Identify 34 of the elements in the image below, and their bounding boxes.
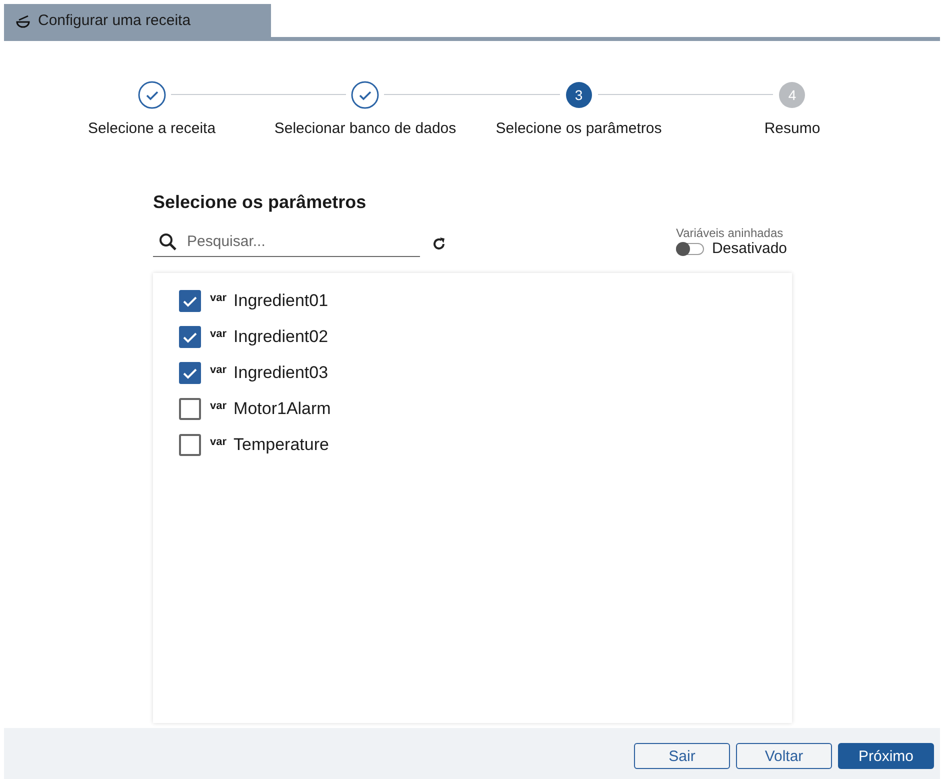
search-field[interactable]: Pesquisar... <box>153 227 420 257</box>
secondary-button[interactable]: Voltar <box>736 743 832 769</box>
window-tab[interactable]: Configurar uma receita <box>4 4 271 37</box>
type-label: var <box>210 400 227 412</box>
checkbox[interactable] <box>179 398 201 420</box>
type-label: var <box>210 364 227 376</box>
toggle-switch[interactable] <box>676 242 704 254</box>
parameter-name: Ingredient01 <box>234 291 328 311</box>
toggle-state: Desativado <box>712 240 787 257</box>
search-icon <box>159 233 177 251</box>
step-label: Selecione a receita <box>88 120 216 137</box>
checkbox[interactable] <box>179 362 201 384</box>
step-number: 3 <box>566 82 592 108</box>
toggle-label: Variáveis aninhadas <box>676 226 784 240</box>
type-label: var <box>210 328 227 340</box>
parameter-name: Ingredient02 <box>234 327 328 347</box>
step-number: 4 <box>779 82 806 108</box>
step-label: Selecionar banco de dados <box>274 120 456 137</box>
refresh-icon[interactable] <box>432 237 446 251</box>
secondary-button[interactable]: Sair <box>634 743 730 769</box>
checkbox[interactable] <box>179 434 201 456</box>
type-label: var <box>210 292 227 304</box>
section-title: Selecione os parâmetros <box>153 192 366 213</box>
next-button[interactable]: Próximo <box>838 743 934 769</box>
parameter-name: Ingredient03 <box>234 363 328 383</box>
parameter-name: Motor1Alarm <box>234 399 331 419</box>
window-title: Configurar uma receita <box>38 12 191 29</box>
bowl-icon <box>16 14 30 28</box>
type-label: var <box>210 436 227 448</box>
step-label: Selecione os parâmetros <box>496 120 662 137</box>
checkbox[interactable] <box>179 326 201 348</box>
step-label: Resumo <box>764 120 820 137</box>
checkbox[interactable] <box>179 290 201 312</box>
parameter-name: Temperature <box>234 435 329 455</box>
